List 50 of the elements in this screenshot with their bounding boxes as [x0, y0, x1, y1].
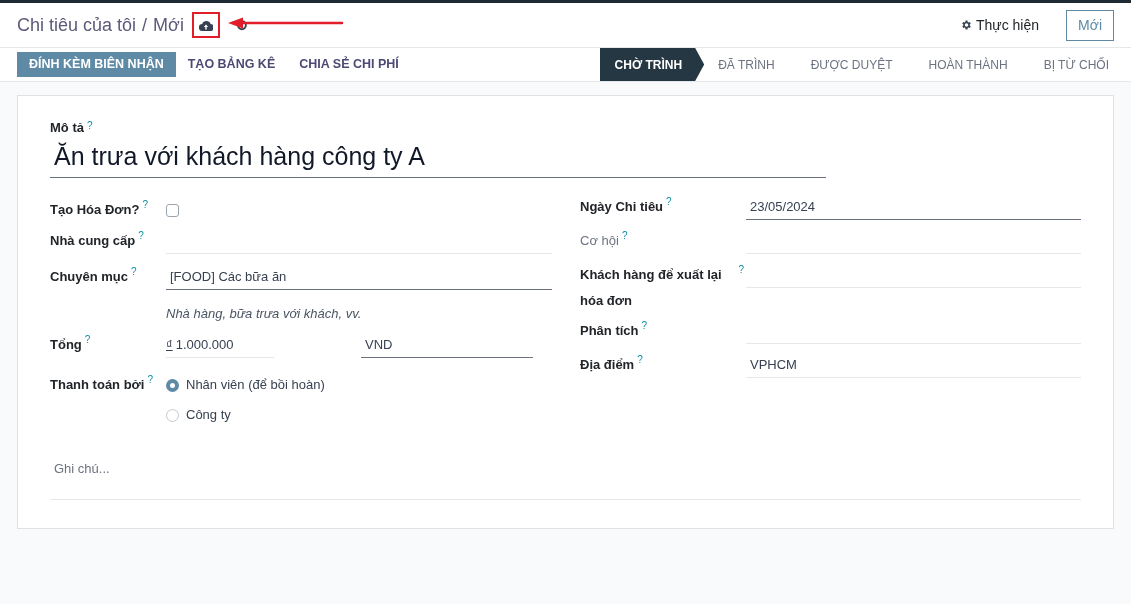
- field-label: Ngày Chi tiêu: [580, 198, 664, 216]
- breadcrumb-separator: /: [142, 13, 148, 37]
- status-stage[interactable]: ĐƯỢC DUYỆT: [796, 48, 915, 81]
- field-label: Thanh toán bởi: [50, 376, 145, 394]
- currency-field[interactable]: VND: [361, 332, 533, 358]
- action-button[interactable]: TẠO BẢNG KÊ: [175, 52, 288, 77]
- help-mark[interactable]: ?: [738, 262, 744, 278]
- help-mark[interactable]: ?: [637, 352, 643, 368]
- input-field[interactable]: VPHCM: [746, 352, 1081, 378]
- field-hint: Nhà hàng, bữa trưa với khách, vv.: [166, 305, 362, 324]
- checkbox[interactable]: [166, 203, 179, 217]
- action-button[interactable]: ĐÍNH KÈM BIÊN NHẬN: [17, 52, 176, 77]
- help-mark[interactable]: ?: [641, 318, 648, 334]
- radio-icon[interactable]: [166, 408, 179, 422]
- page-title: Mới: [153, 13, 184, 37]
- notes-field[interactable]: Ghi chú...: [50, 448, 1081, 500]
- help-mark[interactable]: ?: [86, 118, 93, 133]
- field-label: Tổng: [50, 336, 82, 354]
- field-label: Cơ hội: [580, 232, 619, 250]
- radio-icon[interactable]: [166, 378, 179, 392]
- help-mark[interactable]: ?: [138, 228, 144, 244]
- input-field[interactable]: [FOOD] Các bữa ăn: [166, 264, 552, 290]
- help-mark[interactable]: ?: [142, 197, 148, 213]
- help-mark[interactable]: ?: [147, 372, 153, 388]
- field-label: Khách hàng để xuất lại hóa đơn: [580, 266, 723, 310]
- help-mark[interactable]: ?: [666, 194, 672, 210]
- field-label: Tạo Hóa Đơn?: [50, 201, 140, 219]
- action-button[interactable]: CHIA SẺ CHI PHÍ: [287, 52, 411, 77]
- field-label: Chuyên mục: [50, 268, 128, 286]
- amount-field[interactable]: ₫ 1.000.000: [166, 332, 274, 358]
- description-field[interactable]: Ăn trưa với khách hàng công ty A: [50, 137, 826, 178]
- status-stage[interactable]: BỊ TỪ CHỐI: [1029, 48, 1131, 81]
- radio-option[interactable]: Công ty: [166, 402, 325, 428]
- new-button[interactable]: Mới: [1066, 9, 1114, 41]
- cloud-upload-icon[interactable]: [198, 19, 213, 31]
- status-stage[interactable]: ĐÃ TRÌNH: [704, 48, 797, 81]
- action-menu-button[interactable]: Thực hiện: [959, 14, 1040, 36]
- help-mark[interactable]: ?: [84, 332, 91, 348]
- input-field[interactable]: 23/05/2024: [746, 194, 1081, 220]
- gear-icon: [959, 19, 972, 31]
- field-label: Mô tả: [50, 119, 84, 137]
- field-label: Nhà cung cấp: [50, 232, 136, 250]
- breadcrumb-link[interactable]: Chi tiêu của tôi: [17, 11, 137, 39]
- field-label: Địa điểm: [580, 356, 635, 374]
- help-mark[interactable]: ?: [131, 264, 137, 280]
- status-stage[interactable]: HOÀN THÀNH: [914, 48, 1030, 81]
- radio-option[interactable]: Nhân viên (để bồi hoàn): [166, 372, 325, 398]
- field-label: Phân tích: [580, 322, 639, 340]
- status-stage[interactable]: CHỜ TRÌNH: [599, 48, 705, 81]
- undo-icon[interactable]: [235, 19, 248, 31]
